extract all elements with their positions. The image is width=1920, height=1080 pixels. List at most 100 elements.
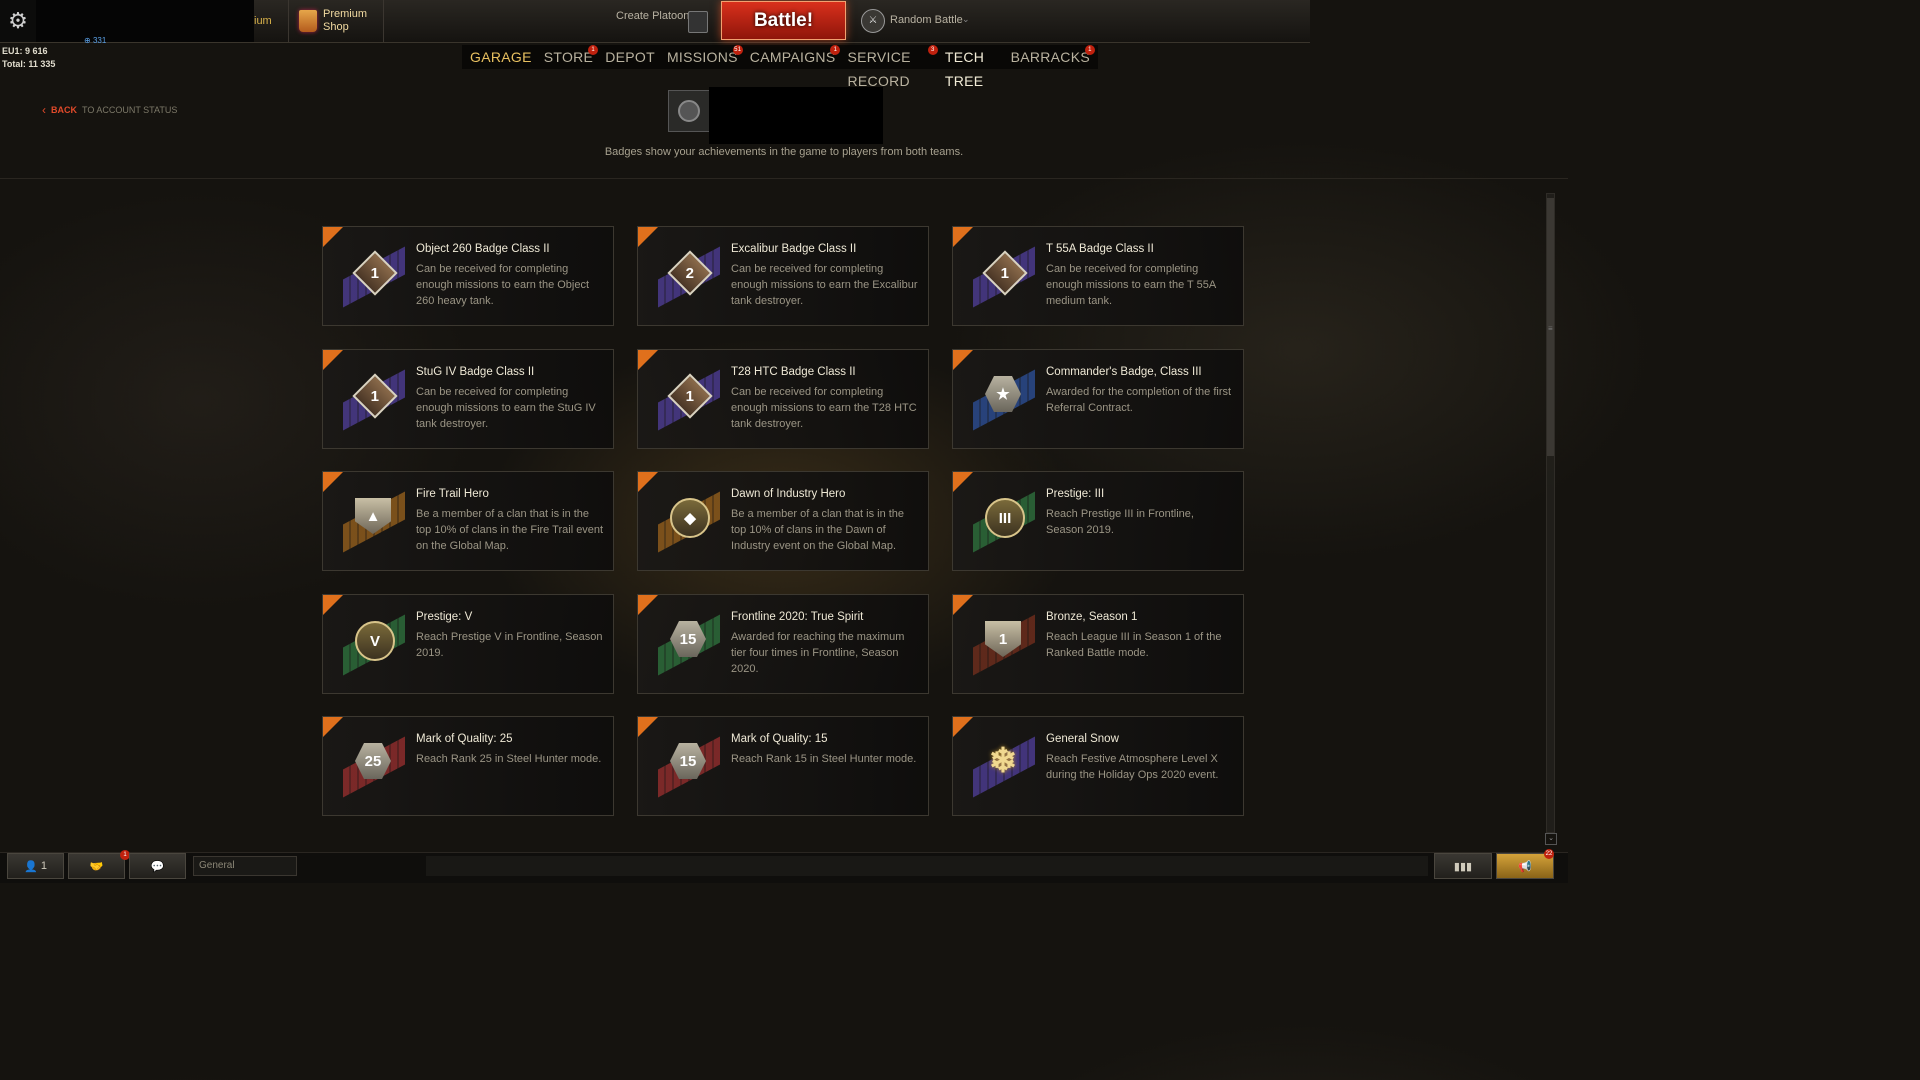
- prestige-3-icon: III: [985, 498, 1025, 538]
- badge-emblem: 1: [341, 366, 407, 432]
- badge-emblem: ★: [971, 366, 1037, 432]
- badge-card[interactable]: ▲ Fire Trail Hero Be a member of a clan th…: [322, 471, 614, 571]
- server-stats: EU1: 9 616 Total: 11 335: [2, 45, 55, 71]
- new-corner-marker: [323, 350, 343, 370]
- badge-description: Awarded for reaching the maximum tier fo…: [731, 631, 905, 675]
- nav-garage[interactable]: GARAGE: [470, 45, 532, 69]
- badge-emblem: 1: [341, 243, 407, 309]
- badge-card[interactable]: 25 Mark of Quality: 25 Reach Rank 25 in St…: [322, 716, 614, 816]
- chat-channel-input[interactable]: General: [193, 856, 297, 876]
- badge-card[interactable]: 1 T 55A Badge Class II Can be received for…: [952, 226, 1244, 326]
- chat-button[interactable]: 💬: [129, 853, 186, 879]
- prestige-5-icon: V: [355, 621, 395, 661]
- badge-title: Dawn of Industry Hero: [731, 488, 846, 500]
- chat-bubbles-icon: 💬: [150, 860, 165, 873]
- nav-badge: 1: [588, 45, 599, 55]
- badge-title: Commander's Badge, Class III: [1046, 366, 1202, 378]
- nav-missions[interactable]: MISSIONS 51: [667, 45, 743, 69]
- badge-card[interactable]: 1 StuG IV Badge Class II Can be received f…: [322, 349, 614, 449]
- scroll-down-button[interactable]: ⌄: [1545, 833, 1557, 845]
- emblem-glyph: ◆: [684, 510, 696, 527]
- badge-emblem: 15: [656, 733, 722, 799]
- premium-account-label[interactable]: ium: [254, 0, 286, 42]
- badge-title: Prestige: III: [1046, 488, 1105, 500]
- create-platoon-button[interactable]: Create Platoon: [616, 10, 689, 22]
- server-online-count: EU1: 9 616: [2, 46, 48, 56]
- settings-button[interactable]: ⚙: [0, 0, 37, 42]
- platoon-icon[interactable]: [688, 11, 708, 33]
- badge-card[interactable]: 15 Frontline 2020: True Spirit Awarded for…: [637, 594, 929, 694]
- nav-badge: 3: [927, 45, 938, 55]
- emblem-glyph: 1: [370, 387, 380, 405]
- nav-store[interactable]: STORE 1: [544, 45, 599, 69]
- nav-service-record[interactable]: SERVICE RECORD 3: [847, 45, 938, 89]
- badge-description: Reach Prestige III in Frontline, Season …: [1046, 508, 1194, 536]
- emblem-glyph: 15: [679, 630, 697, 648]
- premium-shop-label-2: Shop: [323, 21, 349, 33]
- new-corner-marker: [638, 472, 658, 492]
- session-stats-button[interactable]: ▮▮▮: [1434, 853, 1492, 879]
- nav-badge: 51: [732, 45, 743, 55]
- nav-campaigns[interactable]: CAMPAIGNS 1: [750, 45, 841, 69]
- badge-card[interactable]: ★ Commander's Badge, Class III Awarded for…: [952, 349, 1244, 449]
- badge-description: Can be received for completing enough mi…: [1046, 263, 1216, 307]
- new-corner-marker: [638, 227, 658, 247]
- premium-shop-button[interactable]: Premium Shop: [288, 0, 384, 42]
- badge-title: Mark of Quality: 25: [416, 733, 513, 745]
- badge-title: StuG IV Badge Class II: [416, 366, 535, 378]
- clan-button[interactable]: 🤝: [68, 853, 125, 879]
- emblem-glyph: 1: [685, 387, 695, 405]
- badge-description: Can be received for completing enough mi…: [416, 263, 590, 307]
- badge-description: Reach Prestige V in Frontline, Season 20…: [416, 631, 603, 659]
- battle-mode-icon[interactable]: ⚔: [861, 9, 885, 33]
- scroll-grip-icon: ≡: [1548, 324, 1553, 333]
- badge-title: Bronze, Season 1: [1046, 611, 1138, 623]
- nav-barracks[interactable]: BARRACKS 1: [1011, 45, 1095, 69]
- badge-title: Prestige: V: [416, 611, 473, 623]
- nav-badge: 1: [1085, 45, 1095, 55]
- notifications-badge: 22: [1544, 849, 1554, 859]
- badge-description: Reach Festive Atmosphere Level X during …: [1046, 753, 1219, 781]
- badge-card[interactable]: 2 Excalibur Badge Class II Can be received…: [637, 226, 929, 326]
- badge-card[interactable]: ◆ Dawn of Industry Hero Be a member of a c…: [637, 471, 929, 571]
- badge-emblem: 1: [656, 366, 722, 432]
- chevron-down-icon[interactable]: ⌄: [962, 14, 970, 25]
- badge-card[interactable]: 1 Object 260 Badge Class II Can be receive…: [322, 226, 614, 326]
- badge-card[interactable]: 1 T28 HTC Badge Class II Can be received f…: [637, 349, 929, 449]
- new-corner-marker: [323, 717, 343, 737]
- badge-card[interactable]: III Prestige: III Reach Prestige III in Fr…: [952, 471, 1244, 571]
- emblem-glyph: 25: [364, 752, 382, 770]
- new-corner-marker: [953, 595, 973, 615]
- badge-description: Awarded for the completion of the first …: [1046, 386, 1232, 414]
- friends-button[interactable]: 👤 1: [7, 853, 64, 879]
- badge-emblem: 1: [971, 611, 1037, 677]
- redacted-panel: [36, 0, 254, 42]
- emblem-glyph: 2: [685, 264, 695, 282]
- new-corner-marker: [323, 472, 343, 492]
- new-corner-marker: [953, 227, 973, 247]
- new-corner-marker: [638, 350, 658, 370]
- nav-tech-tree[interactable]: TECH TREE: [945, 45, 999, 89]
- badge-card[interactable]: 1 Bronze, Season 1 Reach League III in Sea…: [952, 594, 1244, 694]
- battle-mode-selector[interactable]: Random Battle: [890, 14, 963, 26]
- nav-depot[interactable]: DEPOT: [605, 45, 655, 69]
- battle-button[interactable]: Battle!: [721, 1, 846, 40]
- megaphone-icon: 📢: [1518, 860, 1532, 873]
- back-label: BACK: [51, 105, 77, 115]
- chat-message-strip[interactable]: [426, 856, 1428, 876]
- badge-emblem: ▲: [341, 488, 407, 554]
- badge-card[interactable]: 15 Mark of Quality: 15 Reach Rank 15 in St…: [637, 716, 929, 816]
- premium-shop-label-1: Premium: [323, 8, 368, 20]
- dawn-industry-gear-icon: ◆: [670, 498, 710, 538]
- badge-card[interactable]: V Prestige: V Reach Prestige V in Frontlin…: [322, 594, 614, 694]
- badge-card[interactable]: ❄ General Snow Reach Festive Atmosphere Le…: [952, 716, 1244, 816]
- user-icon: 👤: [24, 860, 38, 873]
- nav-badge: 1: [830, 45, 841, 55]
- new-corner-marker: [953, 472, 973, 492]
- badge-emblem: ◆: [656, 488, 722, 554]
- badge-description: Be a member of a clan that is in the top…: [731, 508, 905, 552]
- back-link[interactable]: ‹ BACK TO ACCOUNT STATUS: [42, 103, 177, 117]
- new-corner-marker: [638, 717, 658, 737]
- badge-emblem: 25: [341, 733, 407, 799]
- snowflake-icon: ❄: [985, 742, 1021, 780]
